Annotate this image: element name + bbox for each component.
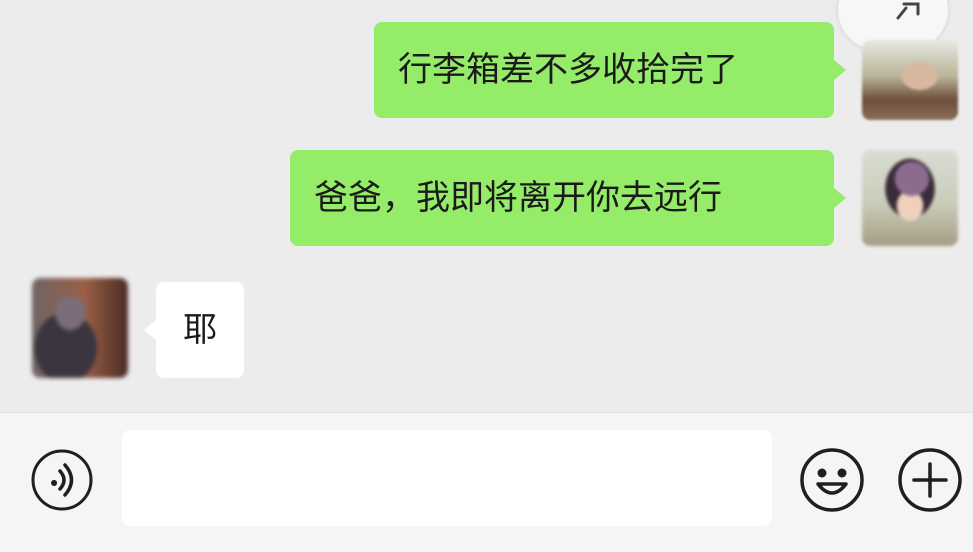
message-text: 爸爸，我即将离开你去远行 (314, 178, 722, 218)
sent-message-bubble[interactable]: 行李箱差不多收拾完了 (374, 22, 846, 118)
message-text: 行李箱差不多收拾完了 (398, 50, 738, 90)
message-input[interactable] (122, 430, 772, 526)
message-text: 耶 (183, 310, 217, 350)
chat-area: 行李箱差不多收拾完了 爸爸，我即将离开你去远行 耶 (0, 0, 973, 412)
sent-message-bubble[interactable]: 爸爸，我即将离开你去远行 (290, 150, 846, 246)
plus-icon[interactable] (896, 446, 964, 514)
contact-avatar[interactable] (32, 278, 128, 378)
my-avatar[interactable] (862, 40, 958, 120)
voice-icon[interactable] (30, 448, 94, 512)
my-avatar[interactable] (862, 150, 958, 246)
emoji-icon[interactable] (798, 446, 866, 514)
pin-icon (896, 2, 920, 20)
received-message-bubble[interactable]: 耶 (144, 282, 244, 378)
